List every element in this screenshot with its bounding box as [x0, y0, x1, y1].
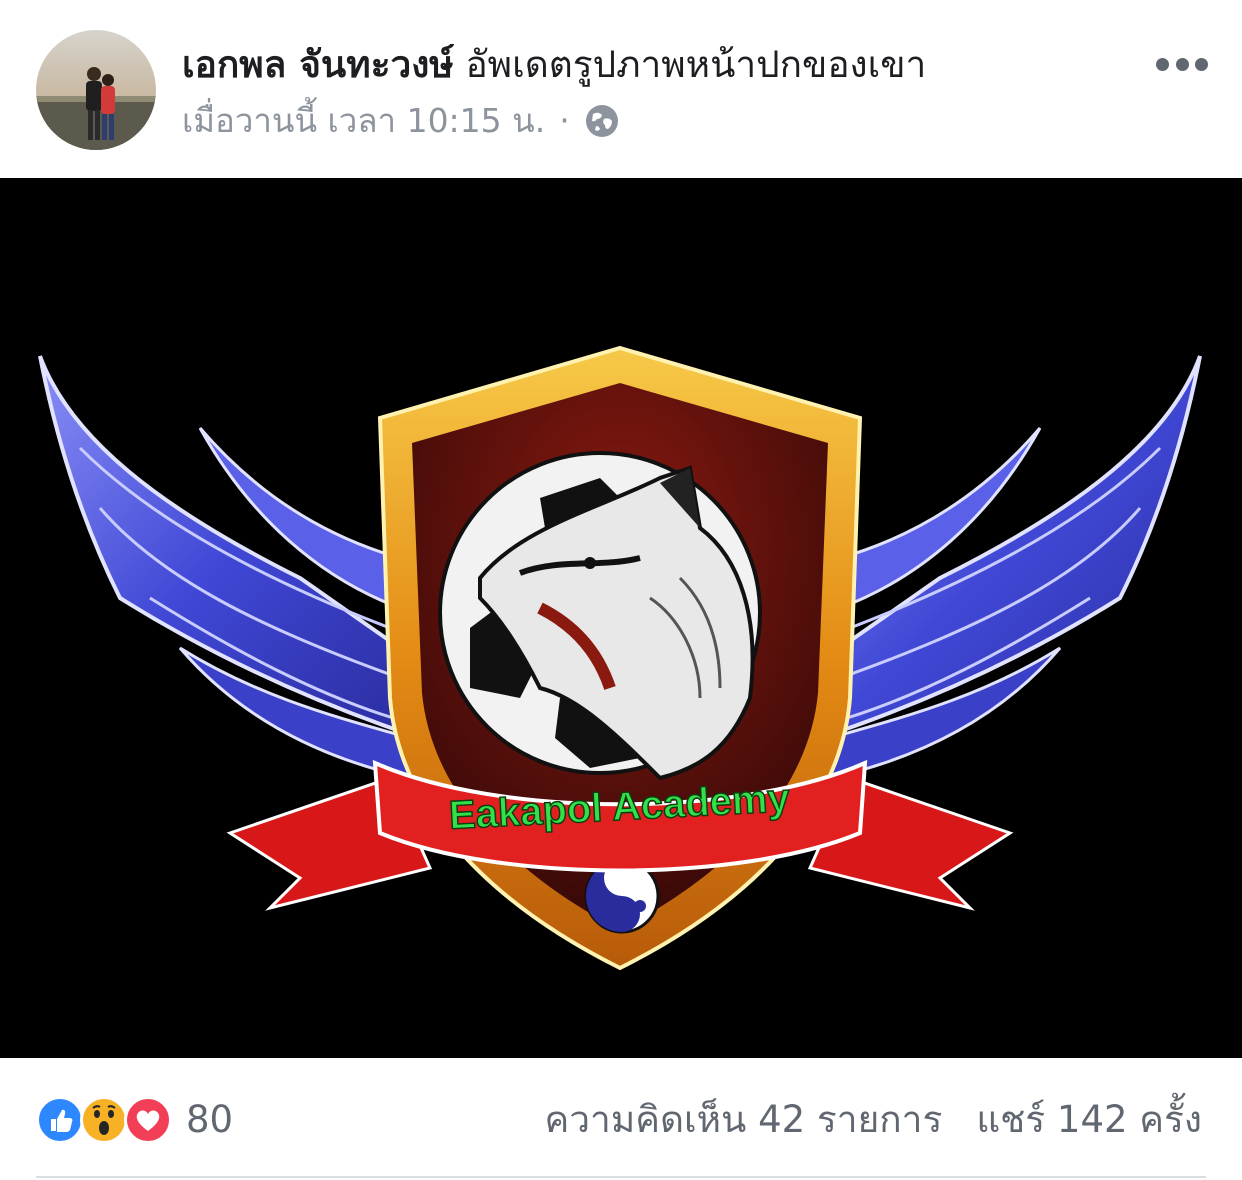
post-title: เอกพล จันทะวงษ์ อัพเดตรูปภาพหน้าปกของเขา: [182, 40, 926, 90]
meta-separator: ·: [559, 101, 570, 140]
author-name[interactable]: เอกพล จันทะวงษ์: [182, 43, 454, 86]
globe-icon[interactable]: [584, 103, 620, 139]
comment-count[interactable]: ความคิดเห็น 42 รายการ: [545, 1096, 943, 1144]
post-stats: ความคิดเห็น 42 รายการ แชร์ 142 ครั้ง: [545, 1096, 1202, 1144]
wow-icon: [80, 1096, 128, 1144]
left-wing: [38, 355, 423, 780]
avatar[interactable]: [36, 30, 156, 150]
shield-emblem: [377, 345, 863, 971]
more-options-icon[interactable]: [1156, 48, 1208, 80]
share-count[interactable]: แชร์ 142 ครั้ง: [976, 1096, 1202, 1144]
reaction-summary[interactable]: 80: [36, 1096, 233, 1144]
love-icon: [124, 1096, 172, 1144]
reaction-count: 80: [186, 1098, 234, 1141]
post-meta: เมื่อวานนี้ เวลา 10:15 น. ·: [182, 98, 620, 144]
more-dot: [1156, 57, 1169, 71]
right-wing: [817, 355, 1202, 780]
post-header: เอกพล จันทะวงษ์ อัพเดตรูปภาพหน้าปกของเขา…: [0, 0, 1242, 178]
more-dot: [1175, 57, 1189, 71]
post-action-text: อัพเดตรูปภาพหน้าปกของเขา: [465, 43, 927, 86]
post-timestamp[interactable]: เมื่อวานนี้ เวลา 10:15 น.: [182, 98, 545, 144]
more-dot: [1195, 57, 1208, 71]
post-footer: 80 ความคิดเห็น 42 รายการ แชร์ 142 ครั้ง: [0, 1058, 1242, 1180]
cover-photo[interactable]: Eakapol Academy: [0, 178, 1242, 1058]
like-icon: [36, 1096, 84, 1144]
footer-divider: [36, 1176, 1206, 1178]
